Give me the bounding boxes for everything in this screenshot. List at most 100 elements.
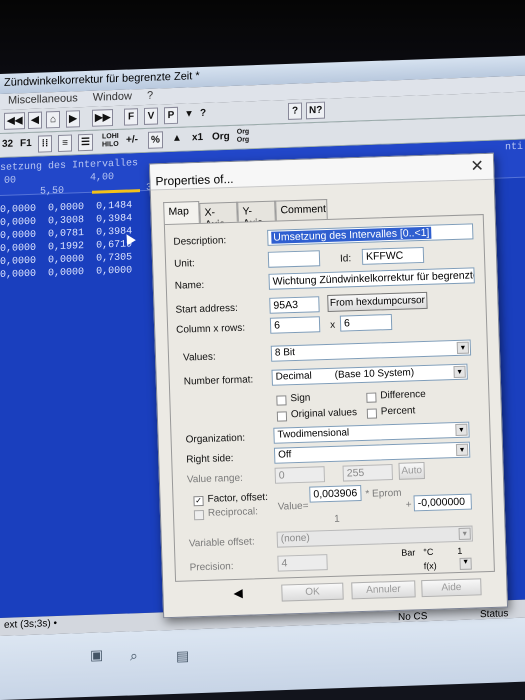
house-icon[interactable]: ⌂: [46, 110, 60, 129]
percent-checkbox[interactable]: [366, 408, 378, 419]
factor-input[interactable]: 0,003906: [309, 485, 362, 503]
chevron-down-icon: ▼: [455, 423, 468, 437]
reciprocal-label: Reciprocal:: [207, 506, 259, 519]
map-header-col2: 5,50: [40, 185, 65, 198]
lohi-hilo-button[interactable]: LOHI HILO: [100, 133, 120, 151]
taskbar-app-icon[interactable]: ▣: [90, 646, 103, 663]
unit-label: Unit:: [173, 258, 195, 270]
range-min-input[interactable]: 0: [274, 466, 326, 484]
sign-label: Sign: [290, 392, 311, 405]
id-input[interactable]: KFFWC: [361, 246, 425, 265]
sign-toggle-icon[interactable]: +/-: [124, 132, 140, 150]
precision-label: Precision:: [189, 561, 234, 574]
number-format-select[interactable]: Decimal (Base 10 System) ▼: [271, 363, 468, 386]
from-hexdump-button[interactable]: From hexdumpcursor: [327, 291, 428, 312]
speaker-icon: ◀: [233, 585, 243, 601]
close-icon[interactable]: ✕: [467, 157, 488, 178]
variable-offset-select[interactable]: (none) ▼: [276, 525, 473, 548]
org-org-button[interactable]: Org Org: [232, 128, 254, 146]
grid-icon[interactable]: ⁞⁞: [38, 135, 52, 153]
x-label: x: [329, 319, 336, 331]
values-label: Values:: [182, 351, 216, 364]
start-address-label: Start address:: [175, 302, 238, 316]
toolbar-label-32: 32: [2, 138, 14, 150]
screen-photo: Zündwinkelkorrektur für begrenzte Zeit *…: [0, 0, 525, 700]
precision-input[interactable]: 4: [277, 554, 328, 572]
cancel-button[interactable]: Annuler: [351, 580, 416, 600]
chevron-down-icon[interactable]: ▼: [459, 557, 472, 570]
format-p-button[interactable]: P: [164, 106, 178, 125]
map-header-col0: 00: [4, 175, 17, 187]
nav-next-icon[interactable]: ▶: [66, 110, 80, 128]
value-eq-label: Value=: [277, 500, 309, 513]
factor-offset-label: Factor, offset:: [207, 491, 269, 505]
number-format-value: Decimal: [275, 370, 312, 383]
taskbar-window-icon[interactable]: ▤: [176, 647, 189, 664]
description-input[interactable]: Umsetzung des Intervalles [0..<1]: [267, 223, 474, 246]
auto-button[interactable]: Auto: [398, 462, 425, 480]
chevron-down-icon: ▼: [458, 527, 471, 540]
taskbar-search-icon[interactable]: ⌕: [130, 647, 138, 664]
format-f-button[interactable]: F: [124, 108, 138, 126]
whats-this-button[interactable]: N?: [306, 101, 326, 120]
axis-highlight: [92, 189, 140, 194]
right-side-select[interactable]: Off ▼: [273, 441, 471, 464]
tab-x-axis[interactable]: X-Axis: [199, 201, 238, 231]
menu-window[interactable]: Window: [93, 90, 132, 103]
nav-last-icon[interactable]: ▶▶: [92, 109, 114, 127]
map-grid[interactable]: 0,0000 0,0000 0,1484 0,0000 0,3008 0,398…: [0, 199, 132, 282]
chevron-down-icon: ▼: [456, 341, 470, 354]
variable-offset-label: Variable offset:: [188, 536, 255, 550]
toolbar-label-f1: F1: [20, 137, 32, 150]
unit-input[interactable]: [267, 250, 321, 268]
one-right-label: 1: [457, 545, 463, 557]
tab-y-axis[interactable]: Y-Axis: [237, 200, 276, 230]
percent-button[interactable]: %: [148, 131, 163, 149]
name-input[interactable]: Wichtung Zündwinkelkorrektur für begrenz…: [268, 267, 475, 290]
range-max-input[interactable]: 255: [342, 464, 394, 482]
menu-help[interactable]: ?: [147, 90, 153, 102]
map-tab-panel: Description: Umsetzung des Intervalles […: [163, 214, 495, 582]
column-rows-label: Column x rows:: [176, 322, 246, 336]
help-dialog-button[interactable]: Aide: [421, 578, 482, 598]
menu-miscellaneous[interactable]: Miscellaneous: [8, 92, 78, 106]
help-button[interactable]: ?: [288, 102, 302, 120]
table-icon[interactable]: ≡: [58, 134, 72, 152]
values-select[interactable]: 8 Bit ▼: [270, 339, 472, 362]
ok-button[interactable]: OK: [281, 582, 344, 602]
tab-comment[interactable]: Comment: [275, 198, 328, 221]
id-label: Id:: [339, 253, 352, 265]
help-icon[interactable]: ?: [196, 106, 210, 123]
dialog-tabs: Map X-Axis Y-Axis Comment: [163, 198, 328, 231]
number-format-label: Number format:: [183, 374, 254, 388]
factor-offset-checkbox[interactable]: ✓: [193, 495, 204, 507]
start-address-input[interactable]: 95A3: [269, 296, 320, 314]
organization-value: Twodimensional: [277, 427, 350, 441]
map-header-title: setzung des Intervalles: [0, 158, 139, 174]
original-values-label: Original values: [290, 407, 358, 421]
delta-icon[interactable]: ▲: [170, 131, 184, 148]
organization-label: Organization:: [185, 432, 246, 446]
organization-select[interactable]: Twodimensional ▼: [273, 421, 470, 444]
value-range-label: Value range:: [186, 472, 244, 486]
x1-button[interactable]: x1: [190, 130, 205, 148]
sign-checkbox[interactable]: [276, 395, 287, 406]
right-side-value: Off: [277, 449, 292, 461]
eprom-label: * Eprom: [365, 487, 402, 500]
list-icon[interactable]: ☰: [78, 133, 93, 152]
nav-prev-icon[interactable]: ◀: [28, 111, 42, 130]
nav-first-icon[interactable]: ◀◀: [4, 112, 26, 130]
name-label: Name:: [174, 279, 205, 292]
org-button[interactable]: Org: [210, 129, 232, 147]
dropdown-arrow-icon[interactable]: ▾: [182, 106, 196, 123]
status-left: ext (3s;3s) •: [4, 618, 57, 631]
values-select-value: 8 Bit: [274, 347, 296, 359]
original-values-checkbox[interactable]: [276, 411, 288, 422]
tab-map[interactable]: Map: [163, 200, 200, 225]
offset-input[interactable]: -0,000000: [413, 493, 472, 512]
difference-checkbox[interactable]: [366, 392, 377, 403]
columns-input[interactable]: 6: [269, 316, 321, 334]
rows-input[interactable]: 6: [339, 313, 393, 332]
reciprocal-checkbox[interactable]: [193, 509, 205, 521]
format-v-button[interactable]: V: [144, 107, 158, 125]
